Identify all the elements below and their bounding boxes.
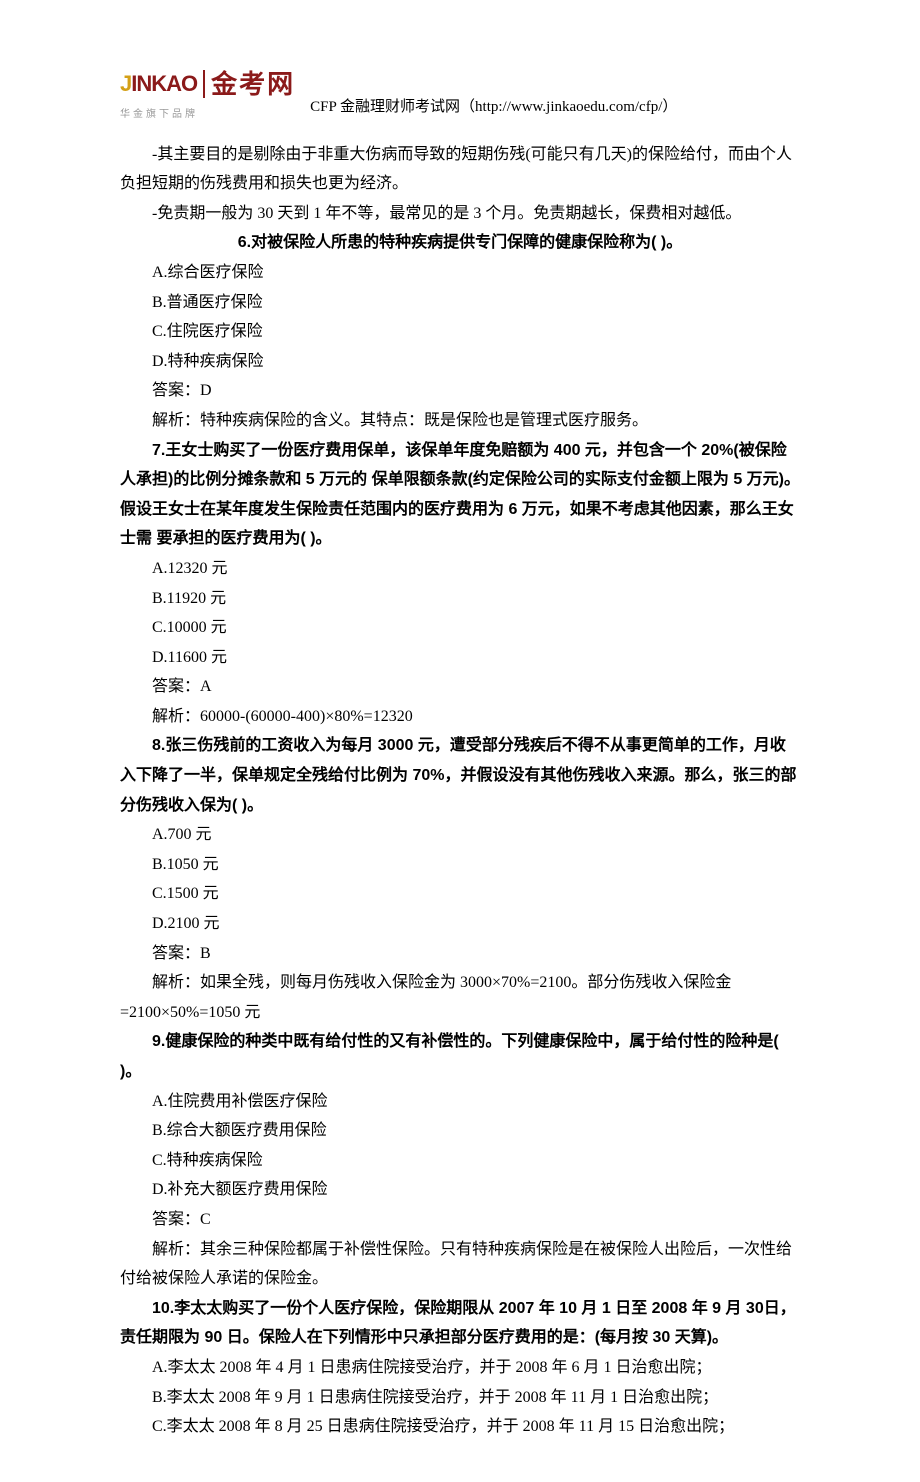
q7-option-d: D.11600 元 bbox=[120, 643, 800, 673]
q8-answer: 答案：B bbox=[120, 939, 800, 969]
q10-option-a: A.李太太 2008 年 4 月 1 日患病住院接受治疗，并于 2008 年 6… bbox=[120, 1353, 800, 1383]
intro-paragraph-1: -其主要目的是剔除由于非重大伤病而导致的短期伤残(可能只有几天)的保险给付，而由… bbox=[120, 140, 800, 199]
q9-explanation: 解析：其余三种保险都属于补偿性保险。只有特种疾病保险是在被保险人出险后，一次性给… bbox=[120, 1235, 800, 1294]
q6-stem: 6.对被保险人所患的特种疾病提供专门保障的健康保险称为( )。 bbox=[120, 228, 800, 258]
q6-option-d: D.特种疾病保险 bbox=[120, 347, 800, 377]
q7-option-c: C.10000 元 bbox=[120, 613, 800, 643]
q8-option-c: C.1500 元 bbox=[120, 879, 800, 909]
q8-option-d: D.2100 元 bbox=[120, 909, 800, 939]
q10-option-c: C.李太太 2008 年 8 月 25 日患病住院接受治疗，并于 2008 年 … bbox=[120, 1412, 800, 1442]
q6-explanation: 解析：特种疾病保险的含义。其特点：既是保险也是管理式医疗服务。 bbox=[120, 406, 800, 436]
q6-option-c: C.住院医疗保险 bbox=[120, 317, 800, 347]
q6-answer: 答案：D bbox=[120, 376, 800, 406]
q8-explanation: 解析：如果全残，则每月伤残收入保险金为 3000×70%=2100。部分伤残收入… bbox=[120, 968, 800, 1027]
q8-option-a: A.700 元 bbox=[120, 820, 800, 850]
q9-stem: 9.健康保险的种类中既有给付性的又有补偿性的。下列健康保险中，属于给付性的险种是… bbox=[120, 1027, 800, 1086]
q7-answer: 答案：A bbox=[120, 672, 800, 702]
document-body: -其主要目的是剔除由于非重大伤病而导致的短期伤残(可能只有几天)的保险给付，而由… bbox=[120, 140, 800, 1442]
q9-option-b: B.综合大额医疗费用保险 bbox=[120, 1116, 800, 1146]
q9-answer: 答案：C bbox=[120, 1205, 800, 1235]
q7-stem: 7.王女士购买了一份医疗费用保单，该保单年度免赔额为 400 元，并包含一个 2… bbox=[120, 436, 800, 554]
logo-english: JINKAO bbox=[120, 64, 197, 105]
q8-stem: 8.张三伤残前的工资收入为每月 3000 元，遭受部分残疾后不得不从事更简单的工… bbox=[120, 731, 800, 820]
q10-stem: 10.李太太购买了一份个人医疗保险，保险期限从 2007 年 10 月 1 日至… bbox=[120, 1294, 800, 1353]
q6-option-a: A.综合医疗保险 bbox=[120, 258, 800, 288]
q9-option-d: D.补充大额医疗费用保险 bbox=[120, 1175, 800, 1205]
logo: JINKAO 金考网 华金旗下品牌 bbox=[120, 60, 295, 125]
logo-chinese: 金考网 bbox=[211, 60, 295, 108]
q9-option-c: C.特种疾病保险 bbox=[120, 1146, 800, 1176]
q7-option-a: A.12320 元 bbox=[120, 554, 800, 584]
intro-paragraph-2: -免责期一般为 30 天到 1 年不等，最常见的是 3 个月。免责期越长，保费相… bbox=[120, 199, 800, 229]
logo-separator bbox=[203, 70, 205, 98]
q6-option-b: B.普通医疗保险 bbox=[120, 288, 800, 318]
q7-option-b: B.11920 元 bbox=[120, 584, 800, 614]
logo-main: JINKAO 金考网 bbox=[120, 60, 295, 108]
q10-option-b: B.李太太 2008 年 9 月 1 日患病住院接受治疗，并于 2008 年 1… bbox=[120, 1383, 800, 1413]
header-site-text: CFP 金融理财师考试网（http://www.jinkaoedu.com/cf… bbox=[310, 94, 677, 125]
q8-option-b: B.1050 元 bbox=[120, 850, 800, 880]
logo-subtitle: 华金旗下品牌 bbox=[120, 106, 198, 125]
q7-explanation: 解析：60000-(60000-400)×80%=12320 bbox=[120, 702, 800, 732]
page-header: JINKAO 金考网 华金旗下品牌 CFP 金融理财师考试网（http://ww… bbox=[120, 60, 800, 125]
q9-option-a: A.住院费用补偿医疗保险 bbox=[120, 1087, 800, 1117]
